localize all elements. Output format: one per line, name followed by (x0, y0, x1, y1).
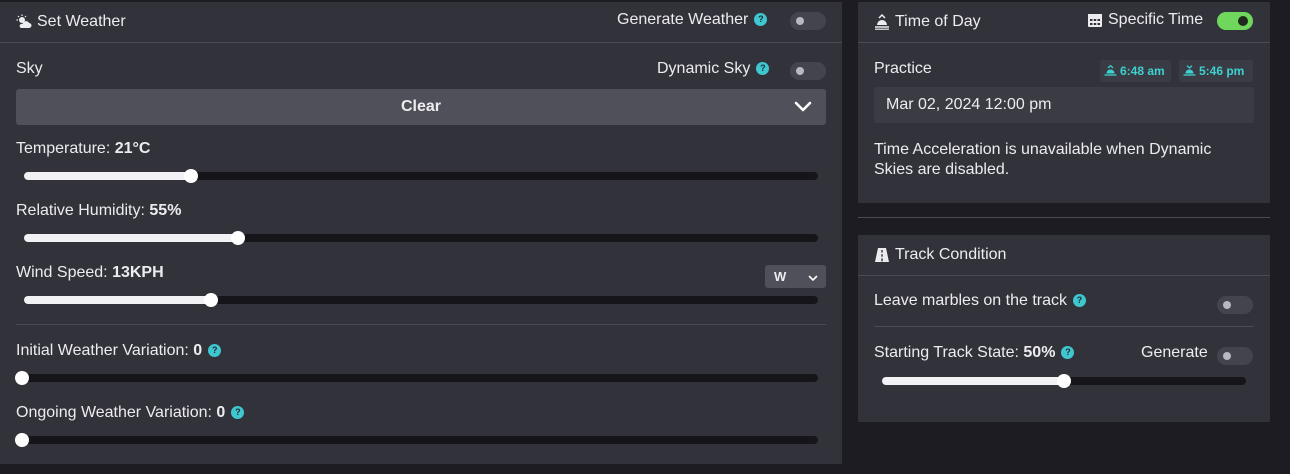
wind-slider[interactable] (24, 293, 818, 307)
time-panel: Time of Day Specific Time Practice 6:48 … (858, 2, 1270, 203)
dynamic-sky-toggle[interactable] (790, 62, 826, 80)
panel-divider (858, 217, 1270, 218)
toggle-knob (1223, 301, 1231, 309)
road-icon (874, 247, 890, 263)
track-state-label: Starting Track State: 50%? (874, 344, 1075, 362)
sunset-time: 5:46 pm (1199, 64, 1245, 78)
initial-variation-label: Initial Weather Variation: 0? (16, 342, 222, 360)
slider-thumb[interactable] (15, 371, 29, 385)
weather-title-text: Set Weather (37, 13, 126, 30)
calendar-icon (1087, 12, 1103, 28)
specific-time-label: Specific Time (1087, 11, 1203, 29)
slider-fill (24, 172, 191, 180)
slider-thumb[interactable] (203, 293, 218, 307)
track-panel-title: Track Condition (874, 246, 1006, 264)
wind-direction-select[interactable]: W (765, 265, 826, 288)
session-label: Practice (874, 60, 932, 77)
slider-fill (882, 377, 1064, 385)
generate-weather-text: Generate Weather (617, 11, 749, 28)
toggle-knob (1238, 16, 1248, 26)
chevron-down-icon (794, 100, 812, 118)
divider (16, 324, 826, 325)
dynamic-sky-label: Dynamic Sky? (657, 60, 770, 78)
slider-fill (24, 296, 211, 304)
help-icon[interactable]: ? (756, 62, 770, 76)
humidity-label: Relative Humidity: 55% (16, 202, 181, 220)
time-title-text: Time of Day (895, 13, 981, 30)
track-state-text: Starting Track State: (874, 344, 1019, 361)
time-panel-title: Time of Day (874, 13, 981, 31)
ongoing-variation-text: Ongoing Weather Variation: (16, 404, 212, 421)
wind-value: 13KPH (112, 264, 164, 281)
specific-time-toggle[interactable] (1217, 12, 1253, 30)
slider-thumb[interactable] (15, 433, 29, 447)
marbles-text: Leave marbles on the track (874, 292, 1067, 309)
generate-track-toggle[interactable] (1217, 347, 1253, 365)
sunset-small-icon (1183, 65, 1196, 76)
weather-panel: Set Weather Generate Weather? Sky Dynami… (0, 2, 842, 464)
initial-variation-text: Initial Weather Variation: (16, 342, 189, 359)
ongoing-variation-value: 0 (216, 404, 226, 421)
wind-direction-value: W (774, 269, 787, 284)
generate-weather-label: Generate Weather? (617, 11, 768, 29)
datetime-value: Mar 02, 2024 12:00 pm (886, 96, 1052, 113)
generate-track-label: Generate (1141, 344, 1208, 361)
track-panel: Track Condition Leave marbles on the tra… (858, 235, 1270, 422)
humidity-slider[interactable] (24, 231, 818, 245)
datetime-input[interactable]: Mar 02, 2024 12:00 pm (874, 87, 1254, 123)
ongoing-variation-label: Ongoing Weather Variation: 0? (16, 404, 245, 422)
temperature-label: Temperature: 21°C (16, 140, 150, 158)
chevron-down-icon (808, 271, 818, 286)
temperature-slider[interactable] (24, 169, 818, 183)
track-title-text: Track Condition (895, 246, 1007, 263)
track-state-slider[interactable] (882, 374, 1246, 388)
track-state-value: 50% (1023, 344, 1056, 361)
weather-icon (16, 14, 32, 30)
initial-variation-slider[interactable] (15, 371, 818, 385)
sunrise-icon (874, 13, 890, 30)
sunrise-small-icon (1104, 65, 1117, 76)
slider-thumb[interactable] (1057, 374, 1071, 388)
divider (874, 326, 1254, 327)
track-panel-header: Track Condition (858, 235, 1270, 276)
specific-time-text: Specific Time (1108, 11, 1204, 28)
marbles-label: Leave marbles on the track? (874, 292, 1086, 310)
weather-panel-title: Set Weather (16, 13, 126, 31)
marbles-toggle[interactable] (1217, 296, 1253, 314)
dynamic-sky-text: Dynamic Sky (657, 60, 751, 77)
humidity-label-text: Relative Humidity: (16, 202, 145, 219)
help-icon[interactable]: ? (754, 13, 768, 27)
help-icon[interactable]: ? (1061, 346, 1075, 360)
sky-select-value: Clear (400, 98, 442, 115)
help-icon[interactable]: ? (1073, 294, 1086, 308)
wind-label: Wind Speed: 13KPH (16, 264, 164, 282)
help-icon[interactable]: ? (208, 344, 222, 358)
wind-label-text: Wind Speed: (16, 264, 108, 281)
sunrise-badge: 6:48 am (1100, 60, 1171, 82)
toggle-knob (1223, 352, 1231, 360)
sunset-badge: 5:46 pm (1179, 60, 1253, 82)
time-acceleration-note: Time Acceleration is unavailable when Dy… (874, 141, 1212, 178)
slider-fill (24, 234, 239, 242)
ongoing-variation-slider[interactable] (15, 433, 818, 447)
weather-panel-header: Set Weather Generate Weather? (0, 2, 842, 43)
humidity-value: 55% (149, 202, 182, 219)
toggle-knob (796, 17, 804, 25)
time-panel-header: Time of Day Specific Time (858, 2, 1270, 43)
temperature-label-text: Temperature: (16, 140, 111, 157)
generate-weather-toggle[interactable] (790, 12, 826, 30)
initial-variation-value: 0 (193, 342, 203, 359)
slider-thumb[interactable] (183, 169, 198, 183)
toggle-knob (796, 67, 804, 75)
slider-thumb[interactable] (231, 231, 246, 245)
temperature-value: 21°C (114, 140, 151, 157)
sky-label: Sky (16, 60, 43, 77)
sunrise-time: 6:48 am (1120, 64, 1165, 78)
help-icon[interactable]: ? (231, 406, 245, 420)
sky-select[interactable]: Clear (16, 89, 826, 125)
